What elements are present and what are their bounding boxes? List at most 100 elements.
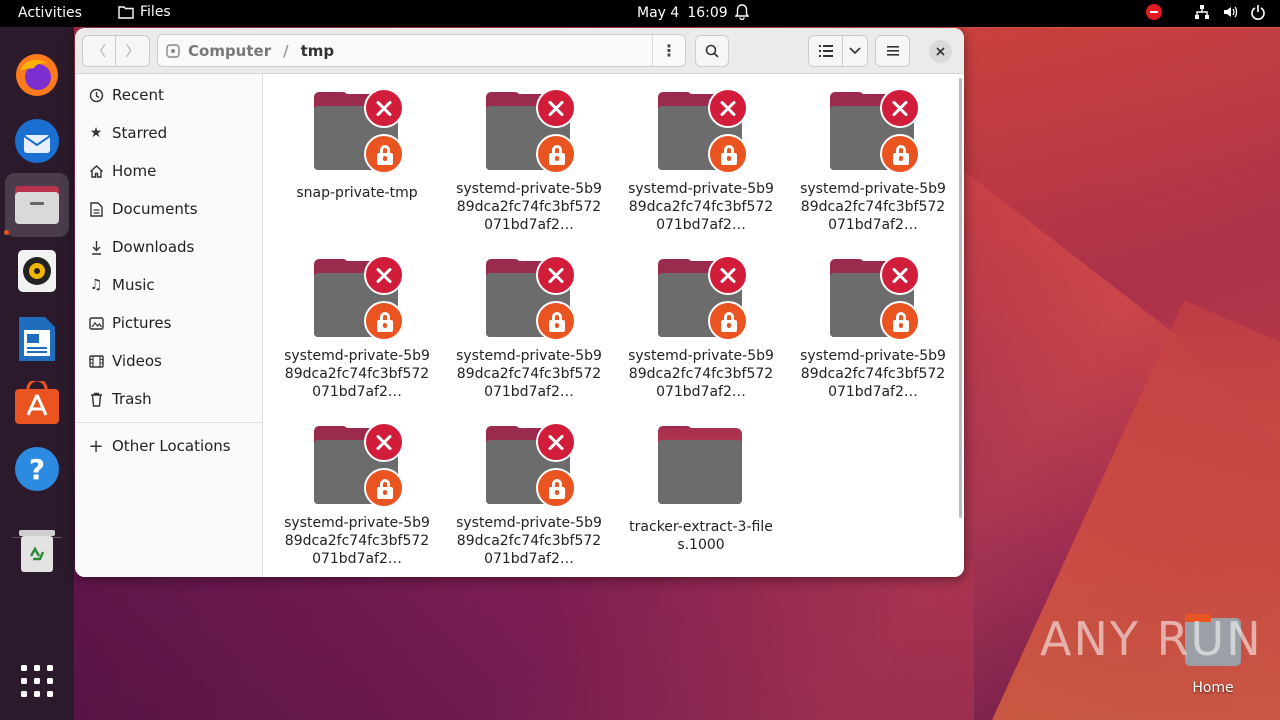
folder-item[interactable]: systemd-private-5b989dca2fc74fc3bf572071…	[615, 241, 787, 401]
view-options-button[interactable]	[842, 35, 868, 67]
trash-launcher[interactable]	[5, 519, 69, 583]
svg-text:?: ?	[29, 453, 45, 486]
rhythmbox-launcher[interactable]	[5, 239, 69, 303]
chevron-right-icon: 〉	[125, 44, 140, 60]
path-menu-button[interactable]: ⋮	[652, 35, 685, 66]
unreadable-emblem-icon	[708, 88, 748, 128]
path-bar[interactable]: Computer / tmp ⋮	[157, 34, 686, 67]
top-bar: Activities Files May 4 16:09	[0, 0, 1280, 27]
vertical-dots-icon: ⋮	[661, 40, 677, 60]
active-indicator	[4, 230, 9, 235]
watermark-text: ANY RUN	[1040, 612, 1263, 666]
system-tray[interactable]	[1146, 4, 1266, 20]
thunderbird-icon	[15, 119, 59, 163]
folder-item[interactable]: systemd-private-5b989dca2fc74fc3bf572071…	[615, 74, 787, 234]
help-launcher[interactable]: ?	[5, 437, 69, 501]
unreadable-emblem-icon	[880, 255, 920, 295]
folder-item[interactable]: systemd-private-5b989dca2fc74fc3bf572071…	[787, 241, 959, 401]
sidebar-item-home[interactable]: Home	[75, 153, 262, 189]
path-separator: /	[283, 41, 289, 60]
sidebar-item-label: Pictures	[112, 314, 172, 332]
app-menu[interactable]: Files	[118, 4, 171, 20]
sidebar-item-documents[interactable]: Documents	[75, 191, 262, 227]
unreadable-emblem-icon	[536, 422, 576, 462]
sidebar-item-videos[interactable]: Videos	[75, 343, 262, 379]
sidebar-item-trash[interactable]: Trash	[75, 381, 262, 417]
desktop-home-label: Home	[1192, 680, 1234, 696]
sidebar-item-label: Recent	[112, 86, 164, 104]
locked-folder-icon	[486, 88, 576, 174]
unreadable-emblem-icon	[364, 255, 404, 295]
file-name: tracker-extract-3-files.1000	[629, 519, 773, 553]
writer-icon	[19, 317, 55, 361]
back-button[interactable]: 〈	[82, 35, 116, 67]
sidebar-item-label: Trash	[112, 390, 152, 408]
file-name: systemd-private-5b989dca2fc74fc3bf572071…	[456, 348, 602, 400]
folder-item[interactable]: systemd-private-5b989dca2fc74fc3bf572071…	[787, 74, 959, 234]
scrollbar[interactable]	[959, 78, 962, 518]
folder-item[interactable]: systemd-private-5b989dca2fc74fc3bf572071…	[271, 408, 443, 568]
files-launcher[interactable]	[5, 173, 69, 237]
header-bar: 〈 〉 Computer / tmp ⋮	[75, 28, 964, 74]
bell-icon[interactable]	[734, 4, 750, 24]
folder-item[interactable]: snap-private-tmp	[271, 74, 443, 234]
folder-icon	[118, 6, 134, 19]
path-segment-current[interactable]: tmp	[301, 42, 335, 60]
sidebar: Recent ★ Starred Home Documents Download…	[75, 74, 263, 577]
file-name: systemd-private-5b989dca2fc74fc3bf572071…	[284, 515, 430, 567]
watermark: ANY RUN	[1040, 612, 1263, 666]
app-center-launcher[interactable]	[5, 371, 69, 435]
folder-item[interactable]: systemd-private-5b989dca2fc74fc3bf572071…	[443, 74, 615, 234]
star-icon: ★	[89, 125, 103, 141]
unreadable-emblem-icon	[536, 88, 576, 128]
sidebar-item-recent[interactable]: Recent	[75, 77, 262, 113]
sidebar-item-label: Videos	[112, 352, 162, 370]
close-button[interactable]	[929, 40, 952, 63]
file-name: systemd-private-5b989dca2fc74fc3bf572071…	[284, 348, 430, 400]
sidebar-item-pictures[interactable]: Pictures	[75, 305, 262, 341]
lock-emblem-icon	[536, 134, 576, 174]
unreadable-emblem-icon	[364, 88, 404, 128]
folder-item[interactable]: systemd-private-5b989dca2fc74fc3bf572071…	[271, 241, 443, 401]
activities-button[interactable]: Activities	[18, 5, 82, 21]
main-menu-button[interactable]	[875, 35, 910, 67]
sidebar-item-music[interactable]: ♫ Music	[75, 267, 262, 303]
lock-emblem-icon	[708, 301, 748, 341]
sidebar-item-starred[interactable]: ★ Starred	[75, 115, 262, 151]
lock-emblem-icon	[536, 468, 576, 508]
folder-item[interactable]: tracker-extract-3-files.1000	[615, 408, 787, 568]
view-toggle-button[interactable]	[808, 35, 843, 67]
list-view-icon	[818, 45, 833, 57]
forward-button[interactable]: 〉	[115, 35, 150, 67]
wallpaper-shape	[74, 560, 974, 720]
lock-emblem-icon	[880, 301, 920, 341]
close-icon	[936, 47, 945, 56]
firefox-launcher[interactable]	[5, 43, 69, 107]
clock[interactable]: May 4 16:09	[637, 5, 728, 21]
power-icon	[1251, 5, 1265, 20]
thunderbird-launcher[interactable]	[5, 109, 69, 173]
sidebar-item-other-locations[interactable]: + Other Locations	[75, 428, 262, 464]
sidebar-item-label: Documents	[112, 200, 198, 218]
lock-emblem-icon	[364, 301, 404, 341]
drive-icon	[166, 43, 180, 58]
files-window: 〈 〉 Computer / tmp ⋮ Recent ★ Starred Ho…	[75, 28, 964, 577]
folder-item[interactable]: systemd-private-5b989dca2fc74fc3bf572071…	[443, 408, 615, 568]
sidebar-separator	[75, 422, 262, 423]
path-segment-root[interactable]: Computer	[188, 42, 271, 60]
folder-item[interactable]: systemd-private-5b989dca2fc74fc3bf572071…	[443, 241, 615, 401]
sidebar-item-label: Starred	[112, 124, 168, 142]
chevron-down-icon	[849, 47, 861, 55]
download-icon	[88, 239, 104, 255]
show-apps-button[interactable]	[5, 649, 69, 713]
locked-folder-icon	[314, 422, 404, 508]
sidebar-item-downloads[interactable]: Downloads	[75, 229, 262, 265]
search-icon	[705, 44, 719, 58]
libreoffice-writer-launcher[interactable]	[5, 307, 69, 371]
locked-folder-icon	[314, 88, 404, 174]
clock-icon	[88, 87, 104, 103]
clock-date: May 4	[637, 5, 680, 21]
rhythmbox-icon	[18, 250, 56, 292]
files-icon	[15, 186, 59, 224]
search-button[interactable]	[695, 35, 729, 67]
